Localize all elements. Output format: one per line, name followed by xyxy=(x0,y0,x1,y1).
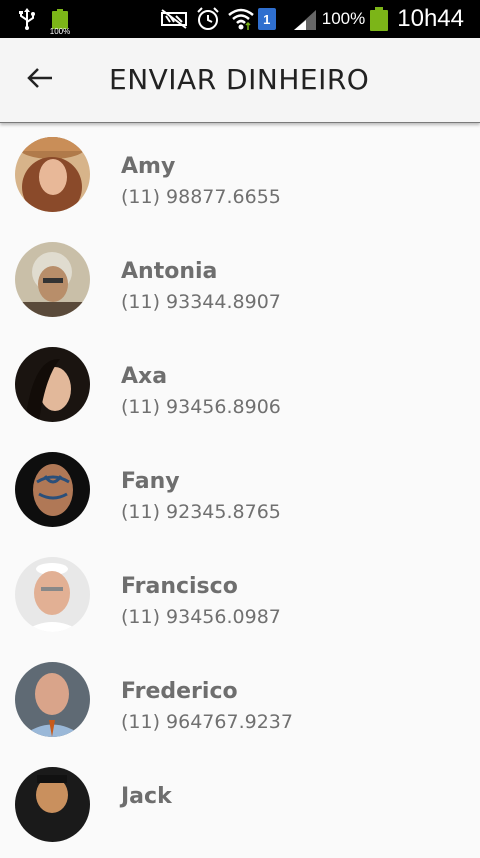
contact-row-francisco[interactable]: Francisco (11) 93456.0987 xyxy=(0,543,480,648)
contact-row-antonia[interactable]: Antonia (11) 93344.8907 xyxy=(0,228,480,333)
arrow-back-icon xyxy=(27,67,53,93)
contact-name: Axa xyxy=(121,364,168,389)
nfc-off-icon xyxy=(160,8,188,30)
contact-phone: (11) 93344.8907 xyxy=(121,291,281,313)
contact-phone: (11) 98877.6655 xyxy=(121,186,281,208)
signal-icon xyxy=(292,8,318,30)
avatar xyxy=(15,452,90,527)
contact-name: Jack xyxy=(121,784,172,809)
status-bar: 100% 1 100% 10h44 xyxy=(0,0,480,38)
avatar xyxy=(15,242,90,317)
wifi-icon xyxy=(227,7,254,31)
contact-phone: (11) 93456.8906 xyxy=(121,396,281,418)
contact-name: Fany xyxy=(121,469,180,494)
left-battery-percent: 100% xyxy=(49,27,71,36)
contact-row-axa[interactable]: Axa (11) 93456.8906 xyxy=(0,333,480,438)
contact-name: Frederico xyxy=(121,679,238,704)
contact-row-amy[interactable]: Amy (11) 98877.6655 xyxy=(0,123,480,228)
contact-phone: (11) 93456.0987 xyxy=(121,606,281,628)
avatar xyxy=(15,767,90,842)
contact-row-frederico[interactable]: Frederico (11) 964767.9237 xyxy=(0,648,480,753)
alarm-icon xyxy=(196,7,220,31)
avatar xyxy=(15,137,90,212)
avatar xyxy=(15,557,90,632)
contact-phone: (11) 92345.8765 xyxy=(121,501,281,523)
contact-row-jack[interactable]: Jack xyxy=(0,753,480,858)
clock: 10h44 xyxy=(397,5,464,32)
status-bar-right: 1 100% 10h44 xyxy=(160,0,480,38)
avatar xyxy=(15,662,90,737)
contact-phone: (11) 964767.9237 xyxy=(121,711,293,733)
back-button[interactable] xyxy=(20,60,60,100)
contact-list: Amy (11) 98877.6655 Antonia (11) 93344.8… xyxy=(0,123,480,858)
usb-icon xyxy=(18,8,36,30)
contact-name: Amy xyxy=(121,154,176,179)
sim-icon: 1 xyxy=(257,8,276,30)
battery-percent: 100% xyxy=(321,9,366,28)
contact-name: Antonia xyxy=(121,259,218,284)
contact-row-fany[interactable]: Fany (11) 92345.8765 xyxy=(0,438,480,543)
avatar xyxy=(15,347,90,422)
status-bar-left: 100% xyxy=(0,0,70,38)
app-bar: ENVIAR DINHEIRO xyxy=(0,38,480,123)
battery-full-icon xyxy=(370,7,389,31)
page-title: ENVIAR DINHEIRO xyxy=(109,63,370,96)
battery-icon: 100% xyxy=(50,9,70,36)
contact-name: Francisco xyxy=(121,574,238,599)
